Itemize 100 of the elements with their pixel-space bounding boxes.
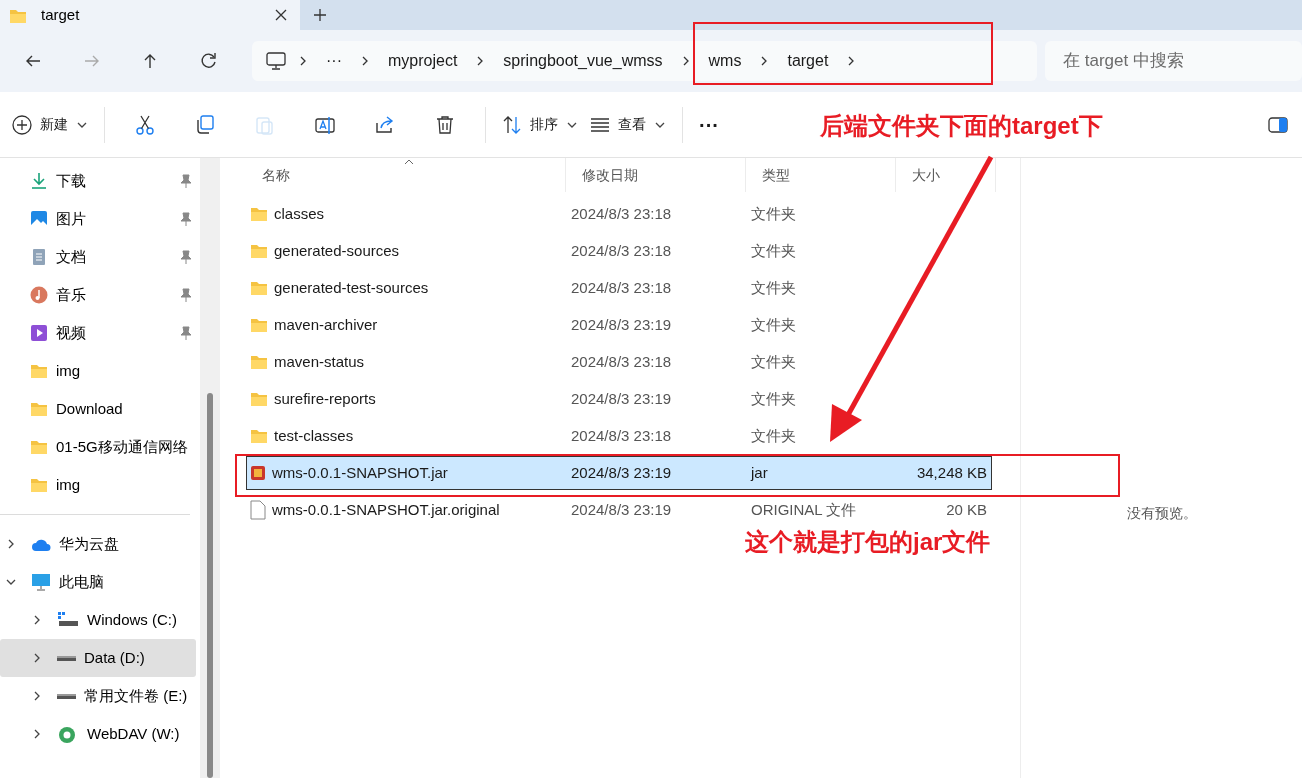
cut-icon[interactable] [135, 114, 155, 135]
file-name: wms-0.0.1-SNAPSHOT.jar.original [272, 499, 500, 520]
date-cell-text: 2024/8/3 23:18 [570, 351, 673, 372]
column-header[interactable]: 类型 [746, 158, 896, 192]
date-cell-text: 2024/8/3 23:18 [570, 277, 673, 298]
file-name: generated-test-sources [274, 277, 429, 298]
type-cell-text: 文件夹 [750, 388, 797, 409]
sort-button[interactable]: 排序 [496, 104, 584, 145]
plus-circle-icon [12, 114, 32, 135]
folder-icon [30, 362, 48, 380]
folder-icon [250, 427, 268, 445]
date-cell-text: 2024/8/3 23:18 [570, 203, 673, 224]
sidebar-item[interactable]: img [0, 352, 196, 390]
tree-item[interactable]: 常用文件卷 (E:) [0, 677, 196, 715]
share-icon[interactable] [375, 114, 395, 135]
chevron-icon [298, 55, 308, 67]
column-header[interactable]: 修改日期 [566, 158, 746, 192]
column-header[interactable]: 大小 [896, 158, 996, 192]
monitor-icon [266, 52, 286, 70]
file-row[interactable]: wms-0.0.1-SNAPSHOT.jar 2024/8/3 23:19 jar 34,248 KB [246, 456, 992, 490]
tree-item[interactable]: Windows (C:) [0, 601, 196, 639]
sidebar-item[interactable]: Download [0, 390, 196, 428]
tree-item[interactable]: WebDAV (W:) [0, 715, 196, 753]
file-row[interactable]: surefire-reports 2024/8/3 23:19 文件夹 [246, 382, 992, 416]
folder-icon [250, 353, 268, 371]
breadcrumb-overflow[interactable]: ··· [320, 49, 348, 73]
download-icon [30, 172, 48, 190]
type-cell-text: 文件夹 [750, 425, 797, 446]
size-cell: 34,248 KB [916, 463, 987, 481]
breadcrumb[interactable]: wms [702, 49, 748, 73]
file-row[interactable]: test-classes 2024/8/3 23:18 文件夹 [246, 419, 992, 453]
chevron-icon [360, 55, 370, 67]
column-header[interactable]: 名称 [246, 158, 566, 192]
sidebar-item[interactable]: 下载 [0, 162, 196, 200]
new-tab-icon[interactable] [313, 8, 327, 22]
tree-item[interactable]: Data (D:) [0, 639, 196, 677]
tree-item[interactable]: 华为云盘 [0, 525, 196, 563]
folder-icon [250, 316, 268, 334]
breadcrumb[interactable]: target [781, 49, 835, 73]
refresh-icon[interactable] [199, 52, 218, 70]
sidebar-item[interactable]: 文档 [0, 238, 196, 276]
file-icon [250, 500, 266, 520]
type-cell-text: jar [749, 462, 769, 483]
file-row[interactable]: maven-status 2024/8/3 23:18 文件夹 [246, 345, 992, 379]
file-name: generated-sources [274, 240, 400, 261]
sidebar-item[interactable]: 图片 [0, 200, 196, 238]
new-button[interactable]: 新建 [6, 104, 94, 145]
tree-item[interactable]: 此电脑 [0, 563, 196, 601]
picture-icon [30, 210, 48, 228]
document-icon [30, 248, 48, 266]
window-tab[interactable]: target [0, 0, 300, 30]
type-cell-text: 文件夹 [750, 314, 797, 335]
sort-icon [502, 114, 522, 135]
search-field[interactable]: 在 target 中搜索 [1045, 41, 1302, 81]
date-cell-text: 2024/8/3 23:19 [570, 388, 673, 409]
sidebar-item[interactable]: 音乐 [0, 276, 196, 314]
file-row[interactable]: generated-test-sources 2024/8/3 23:18 文件夹 [246, 271, 992, 305]
annotation-text: 后端文件夹下面的target下 [820, 111, 1103, 141]
type-cell-text: ORIGINAL 文件 [750, 499, 858, 520]
scrollbar-thumb[interactable] [207, 393, 213, 778]
copy-icon[interactable] [195, 114, 215, 135]
file-name: surefire-reports [274, 388, 376, 409]
date-cell-text: 2024/8/3 23:19 [570, 462, 673, 483]
rename-icon[interactable] [315, 114, 335, 135]
preview-message: 没有预览。 [1126, 504, 1197, 523]
date-cell-text: 2024/8/3 23:19 [570, 499, 673, 520]
list-icon [590, 116, 610, 133]
folder-icon [250, 279, 268, 297]
more-button[interactable]: ··· [693, 104, 725, 145]
file-row[interactable]: wms-0.0.1-SNAPSHOT.jar.original 2024/8/3 23:19 ORIGINAL 文件 20 KB [246, 493, 992, 527]
trash-icon[interactable] [435, 114, 455, 135]
sidebar-item[interactable]: 01-5G移动通信网络 [0, 428, 196, 466]
date-cell-text: 2024/8/3 23:18 [570, 425, 673, 446]
file-row[interactable]: maven-archiver 2024/8/3 23:19 文件夹 [246, 308, 992, 342]
monitor-icon [31, 573, 51, 591]
address-bar[interactable]: ··· myproject springboot_vue_wmss wms target [252, 41, 1037, 81]
sidebar-item[interactable]: img [0, 466, 196, 504]
file-row[interactable]: generated-sources 2024/8/3 23:18 文件夹 [246, 234, 992, 268]
file-name: test-classes [274, 425, 354, 446]
archive-icon [250, 465, 266, 481]
type-cell-text: 文件夹 [750, 240, 797, 261]
type-cell-text: 文件夹 [750, 203, 797, 224]
view-button[interactable]: 查看 [584, 104, 672, 145]
close-icon[interactable] [274, 8, 288, 22]
folder-icon [9, 7, 27, 23]
music-icon [30, 286, 48, 304]
type-cell-text: 文件夹 [750, 351, 797, 372]
folder-icon [250, 390, 268, 408]
drive-icon [57, 693, 76, 699]
breadcrumb[interactable]: springboot_vue_wmss [497, 49, 669, 73]
sidebar-item[interactable]: 视频 [0, 314, 196, 352]
file-row[interactable]: classes 2024/8/3 23:18 文件夹 [246, 197, 992, 231]
folder-icon [30, 400, 48, 418]
file-name: maven-archiver [274, 314, 378, 335]
breadcrumb[interactable]: myproject [382, 49, 464, 73]
details-pane-icon[interactable] [1268, 116, 1288, 133]
date-cell-text: 2024/8/3 23:18 [570, 240, 673, 261]
sort-ascending-icon [404, 159, 414, 165]
folder-icon [250, 205, 268, 223]
file-name: classes [274, 203, 325, 224]
